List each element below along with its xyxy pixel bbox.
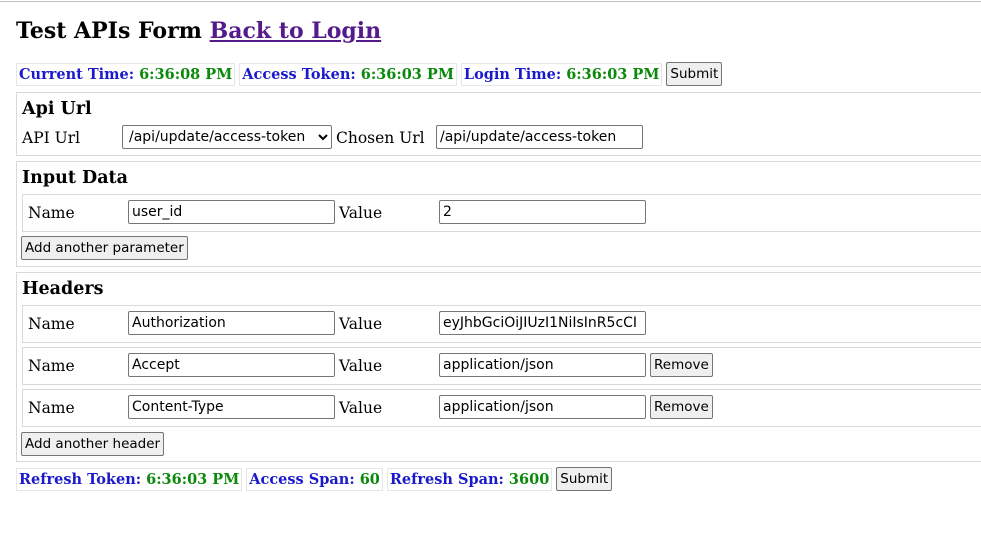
headers-heading: Headers (22, 279, 104, 299)
refresh-span-value: 3600 (508, 470, 550, 488)
bottom-submit-button[interactable]: Submit (556, 467, 613, 491)
header-row: Name Value (22, 305, 981, 343)
param-row: Name Value (22, 194, 981, 232)
header-name-input[interactable] (128, 311, 335, 335)
header-value-label: Value (339, 315, 383, 333)
api-url-heading: Api Url (22, 99, 92, 119)
header-row: Name Value Remove (22, 389, 981, 427)
page-title: Test APIs Form Back to Login (16, 18, 381, 44)
header-name-input[interactable] (128, 353, 335, 377)
login-time-cell: Login Time: 6:36:03 PM (460, 62, 663, 86)
api-url-label: API Url (22, 129, 81, 147)
remove-header-button[interactable]: Remove (650, 395, 713, 419)
header-name-label: Name (28, 315, 75, 333)
header-value-input[interactable] (439, 395, 646, 419)
back-to-login-link[interactable]: Back to Login (210, 18, 382, 44)
current-time-cell: Current Time: 6:36:08 PM (16, 62, 236, 86)
input-data-heading: Input Data (22, 168, 128, 188)
chosen-url-label: Chosen Url (336, 129, 425, 147)
add-header-button[interactable]: Add another header (21, 432, 165, 456)
header-name-input[interactable] (128, 395, 335, 419)
access-token-value: 6:36:03 PM (360, 65, 454, 83)
refresh-token-label: Refresh Token: (19, 470, 142, 488)
param-value-label: Value (339, 204, 383, 222)
header-value-label: Value (339, 399, 383, 417)
input-data-section: Input Data Name Value Add another parame… (16, 161, 981, 267)
access-span-label: Access Span: (249, 470, 355, 488)
headers-section: Headers Name Value Name Value Remove Nam… (16, 272, 981, 462)
refresh-token-cell: Refresh Token: 6:36:03 PM (16, 467, 243, 491)
param-name-input[interactable] (128, 200, 335, 224)
refresh-span-cell: Refresh Span: 3600 (386, 467, 553, 491)
access-span-value: 60 (359, 470, 380, 488)
login-time-label: Login Time: (463, 65, 562, 83)
refresh-token-value: 6:36:03 PM (146, 470, 240, 488)
param-value-input[interactable] (439, 200, 646, 224)
page-title-text: Test APIs Form (16, 18, 202, 44)
header-name-label: Name (28, 357, 75, 375)
top-divider (0, 1, 981, 2)
header-value-input[interactable] (439, 311, 646, 335)
current-time-label: Current Time: (19, 65, 135, 83)
param-name-label: Name (28, 204, 75, 222)
header-value-input[interactable] (439, 353, 646, 377)
access-span-cell: Access Span: 60 (246, 467, 383, 491)
top-submit-button[interactable]: Submit (666, 62, 723, 86)
api-url-section: Api Url API Url /api/update/access-token… (16, 92, 981, 156)
access-token-label: Access Token: (242, 65, 356, 83)
chosen-url-input[interactable] (436, 125, 643, 149)
api-url-select[interactable]: /api/update/access-token (122, 125, 332, 149)
header-value-label: Value (339, 357, 383, 375)
current-time-value: 6:36:08 PM (139, 65, 233, 83)
bottom-status-bar: Refresh Token: 6:36:03 PM Access Span: 6… (16, 467, 613, 491)
access-token-cell: Access Token: 6:36:03 PM (239, 62, 457, 86)
remove-header-button[interactable]: Remove (650, 353, 713, 377)
refresh-span-label: Refresh Span: (389, 470, 504, 488)
header-name-label: Name (28, 399, 75, 417)
add-parameter-button[interactable]: Add another parameter (21, 236, 188, 260)
login-time-value: 6:36:03 PM (566, 65, 660, 83)
top-status-bar: Current Time: 6:36:08 PM Access Token: 6… (16, 62, 723, 86)
header-row: Name Value Remove (22, 347, 981, 385)
